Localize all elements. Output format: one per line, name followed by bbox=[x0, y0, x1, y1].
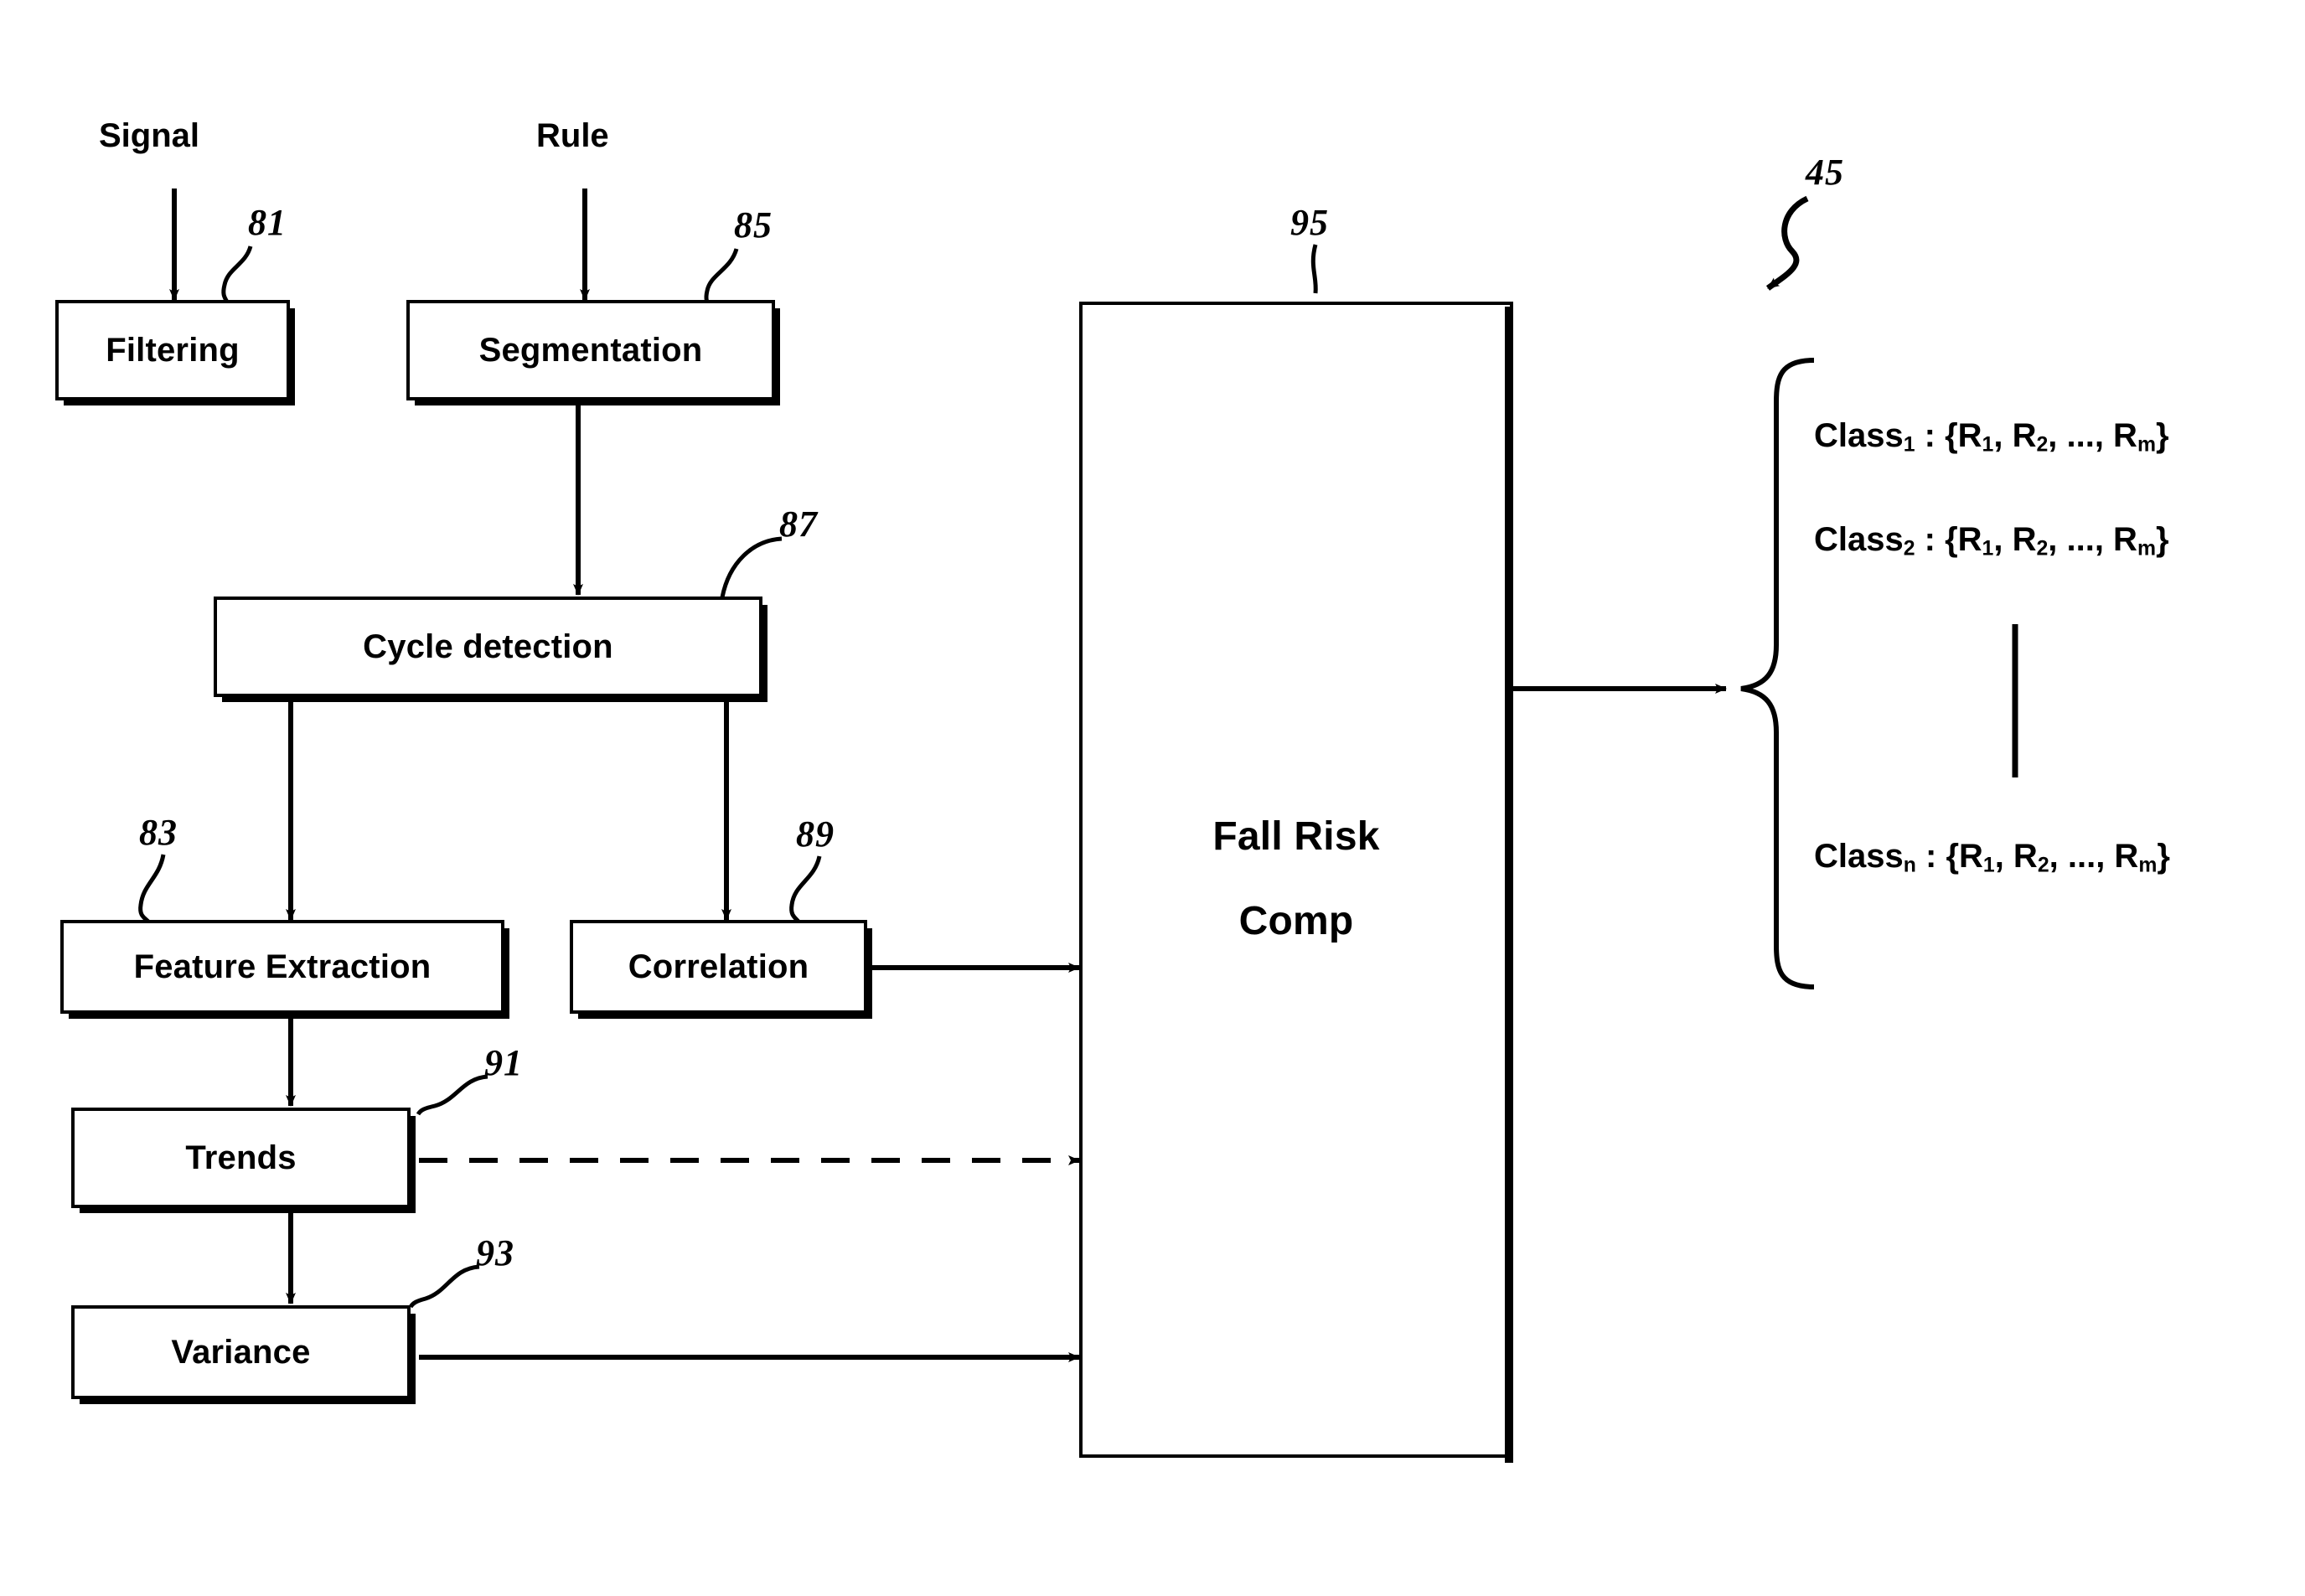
class-n-r2: 2 bbox=[2037, 854, 2049, 877]
class-1-name: Class bbox=[1814, 417, 1904, 454]
class-2-name: Class bbox=[1814, 521, 1904, 558]
node-filtering-label: Filtering bbox=[106, 332, 240, 369]
class-2-c1: , R bbox=[1993, 521, 2037, 558]
class-n-c2: , ..., R bbox=[2049, 838, 2139, 875]
ref-87: 87 bbox=[779, 504, 818, 545]
class-2-c2: , ..., R bbox=[2048, 521, 2137, 558]
class-2-r1: 1 bbox=[1982, 537, 1994, 560]
class-2-set-open: : {R bbox=[1915, 521, 1982, 558]
class-n-r1: 1 bbox=[1982, 854, 1995, 877]
class-1-c2: , ..., R bbox=[2048, 417, 2137, 454]
ref-figure-45: 45 bbox=[1806, 152, 1844, 193]
node-filtering[interactable]: Filtering bbox=[55, 300, 295, 405]
leader-95 bbox=[1310, 244, 1318, 294]
input-label-rule: Rule bbox=[536, 117, 609, 154]
node-variance[interactable]: Variance bbox=[71, 1305, 416, 1404]
class-n-set-open: : {R bbox=[1915, 838, 1983, 875]
class-1-c3: } bbox=[2156, 417, 2169, 454]
node-correlation-label: Correlation bbox=[628, 948, 809, 985]
class-line-n: Classn : {R1, R2, ..., Rm} bbox=[1814, 838, 2170, 877]
ref-85: 85 bbox=[734, 204, 773, 245]
node-fall-risk-comp[interactable]: Fall Risk Comp bbox=[1079, 302, 1513, 1458]
node-trends[interactable]: Trends bbox=[71, 1108, 416, 1213]
class-brace bbox=[1740, 358, 1815, 989]
fall-risk-line1: Fall Risk bbox=[1212, 814, 1380, 860]
node-correlation[interactable]: Correlation bbox=[570, 920, 872, 1019]
ref-91: 91 bbox=[484, 1042, 523, 1083]
node-feature-extraction[interactable]: Feature Extraction bbox=[60, 920, 509, 1019]
class-n-name: Class bbox=[1814, 838, 1904, 875]
node-fall-risk-comp-label: Fall Risk Comp bbox=[1212, 816, 1379, 943]
node-trends-label: Trends bbox=[185, 1139, 297, 1176]
class-n-c3: } bbox=[2157, 838, 2170, 875]
class-1-index: 1 bbox=[1903, 433, 1915, 457]
class-1-r1: 1 bbox=[1982, 433, 1994, 457]
leader-81 bbox=[221, 245, 253, 305]
leader-91 bbox=[416, 1074, 488, 1116]
class-n-index: n bbox=[1903, 854, 1916, 877]
node-cycle-detection-label: Cycle detection bbox=[363, 628, 613, 665]
leader-83 bbox=[138, 854, 166, 923]
class-line-1: Class1 : {R1, R2, ..., Rm} bbox=[1814, 417, 2169, 457]
ref-81: 81 bbox=[248, 202, 287, 243]
leader-87 bbox=[720, 536, 783, 598]
class-1-set-open: : {R bbox=[1915, 417, 1982, 454]
node-segmentation[interactable]: Segmentation bbox=[406, 300, 780, 405]
class-1-rm: m bbox=[2137, 433, 2157, 457]
input-label-signal: Signal bbox=[99, 117, 200, 154]
ref-89: 89 bbox=[796, 813, 835, 855]
ref-95: 95 bbox=[1290, 202, 1329, 243]
fall-risk-right-edge bbox=[1505, 307, 1513, 1463]
node-cycle-detection[interactable]: Cycle detection bbox=[214, 597, 767, 702]
leader-45-arrow bbox=[1765, 195, 1809, 291]
fall-risk-line2: Comp bbox=[1238, 899, 1354, 944]
class-line-2: Class2 : {R1, R2, ..., Rm} bbox=[1814, 521, 2169, 560]
class-2-rm: m bbox=[2137, 537, 2157, 560]
class-1-c1: , R bbox=[1993, 417, 2037, 454]
leader-93 bbox=[408, 1264, 480, 1309]
leader-89 bbox=[789, 855, 822, 923]
class-n-rm: m bbox=[2138, 854, 2158, 877]
class-2-r2: 2 bbox=[2036, 537, 2049, 560]
node-segmentation-label: Segmentation bbox=[478, 332, 703, 369]
class-2-c3: } bbox=[2156, 521, 2169, 558]
ref-83: 83 bbox=[139, 812, 178, 853]
class-1-r2: 2 bbox=[2036, 433, 2049, 457]
node-feature-extraction-label: Feature Extraction bbox=[133, 948, 432, 985]
node-variance-label: Variance bbox=[171, 1334, 311, 1371]
diagram-canvas: Signal Rule Filtering Segmentation Cycle… bbox=[0, 0, 2305, 1596]
class-n-c1: , R bbox=[1994, 838, 2038, 875]
class-2-index: 2 bbox=[1903, 537, 1915, 560]
ref-93: 93 bbox=[476, 1232, 514, 1273]
